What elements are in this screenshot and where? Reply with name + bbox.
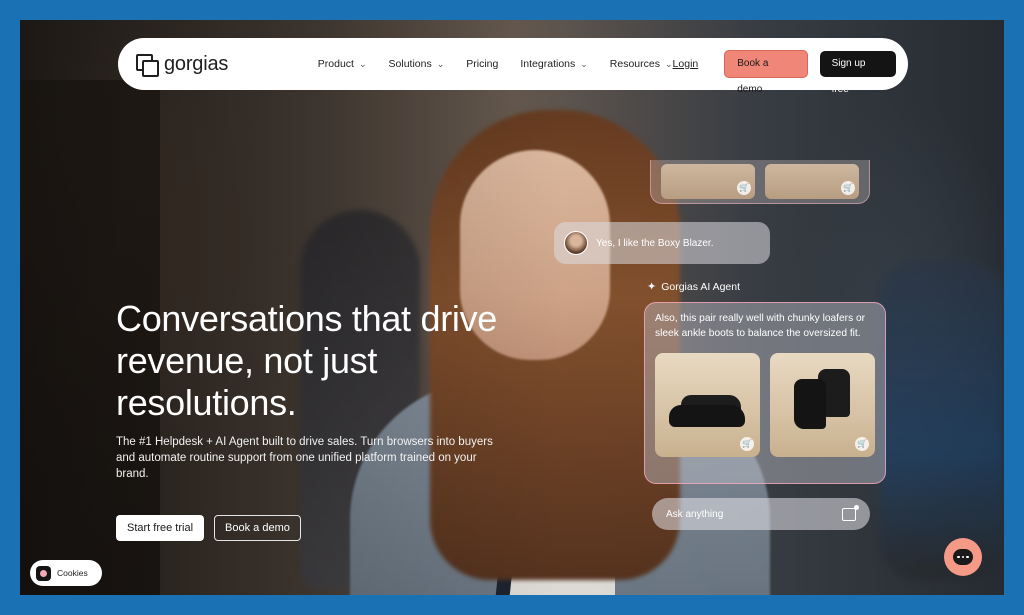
cart-icon[interactable]: 🛒	[855, 437, 869, 451]
user-message-text: Yes, I like the Boxy Blazer.	[596, 237, 714, 249]
avatar	[564, 231, 588, 255]
background-pedestrians	[880, 260, 1004, 580]
nav-item-label: Solutions	[388, 58, 432, 70]
login-link[interactable]: Login	[673, 58, 699, 70]
hero-subtitle: The #1 Helpdesk + AI Agent built to driv…	[116, 436, 493, 480]
nav-item-label: Pricing	[466, 58, 499, 70]
nav-item-product[interactable]: Product ⌄	[318, 58, 367, 70]
nav-menu: Product ⌄ Solutions ⌄ Pricing Integratio…	[318, 58, 673, 70]
logo-mark-icon	[136, 54, 159, 77]
chat-icon	[953, 549, 973, 565]
chevron-down-icon: ⌄	[665, 58, 673, 69]
agent-name: Gorgias AI Agent	[661, 280, 741, 293]
cart-icon[interactable]: 🛒	[841, 181, 855, 195]
agent-message-card: Also, this pair really well with chunky …	[644, 302, 886, 484]
nav-item-solutions[interactable]: Solutions ⌄	[389, 58, 445, 70]
agent-label: ✦ Gorgias AI Agent	[647, 280, 741, 294]
start-trial-button[interactable]: Start free trial	[116, 515, 205, 541]
chat-input-placeholder: Ask anything	[666, 508, 724, 520]
hero-book-demo-button[interactable]: Book a demo	[214, 515, 301, 541]
hero-cta-row: Start free trial Book a demo	[116, 515, 301, 541]
cookies-button[interactable]: Cookies	[30, 560, 102, 586]
chevron-down-icon: ⌄	[580, 58, 588, 69]
chat-input[interactable]: Ask anything	[652, 498, 870, 530]
hero-title: Conversations that drive revenue, not ju…	[116, 298, 497, 423]
nav-item-label: Integrations	[520, 58, 576, 70]
chevron-down-icon: ⌄	[358, 58, 367, 69]
cart-icon[interactable]: 🛒	[737, 181, 751, 195]
top-navigation: gorgias Product ⌄ Solutions ⌄ Pricing In…	[118, 38, 908, 95]
product-recommendations: 🛒 🛒	[655, 353, 875, 457]
product-carousel: 🛒 🛒	[650, 160, 870, 204]
nav-item-label: Resources	[609, 58, 660, 70]
cookies-label: Cookies	[57, 568, 88, 578]
user-message-bubble: Yes, I like the Boxy Blazer.	[554, 222, 770, 264]
cart-icon[interactable]: 🛒	[740, 437, 754, 451]
nav-item-resources[interactable]: Resources ⌄	[610, 58, 673, 70]
logo[interactable]: gorgias	[136, 52, 294, 77]
logo-text: gorgias	[164, 52, 229, 75]
product-thumbnail[interactable]: 🛒	[661, 164, 755, 199]
hero-section: gorgias Product ⌄ Solutions ⌄ Pricing In…	[20, 20, 1004, 595]
product-card-ankle-boots[interactable]: 🛒	[770, 353, 875, 457]
book-demo-button[interactable]: Book a demo	[724, 50, 808, 95]
product-thumbnail[interactable]: 🛒	[765, 164, 859, 199]
product-card-loafers[interactable]: 🛒	[655, 353, 760, 457]
nav-actions: Login Book a demo Sign up free	[673, 50, 896, 95]
nav-item-pricing[interactable]: Pricing	[466, 58, 498, 70]
agent-message-text: Also, this pair really well with chunky …	[655, 313, 866, 339]
image-upload-icon[interactable]	[842, 504, 859, 521]
chevron-down-icon: ⌄	[436, 58, 445, 69]
chat-launcher-button[interactable]	[944, 538, 982, 576]
cookie-icon	[36, 565, 51, 581]
nav-item-integrations[interactable]: Integrations ⌄	[520, 58, 587, 70]
signup-button[interactable]: Sign up free	[819, 51, 896, 95]
woman-shirt	[505, 420, 615, 595]
nav-item-label: Product	[317, 58, 354, 70]
sparkle-icon: ✦	[647, 281, 657, 293]
